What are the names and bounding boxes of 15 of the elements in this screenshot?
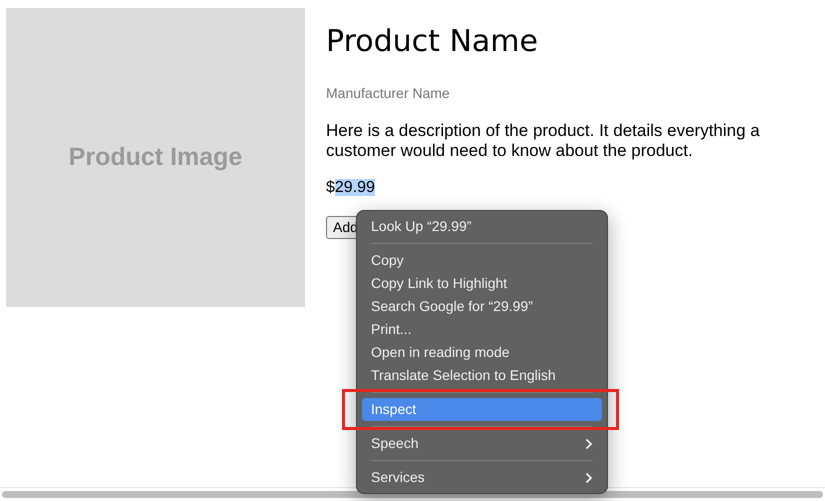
menu-item[interactable]: Print...	[362, 318, 602, 341]
menu-item[interactable]: Open in reading mode	[362, 341, 602, 364]
menu-item[interactable]: Search Google for “29.99”	[362, 295, 602, 318]
menu-item[interactable]: Look Up “29.99”	[362, 215, 602, 238]
menu-item[interactable]: Translate Selection to English	[362, 364, 602, 387]
menu-item[interactable]: Services	[362, 466, 602, 489]
image-placeholder-label: Product Image	[68, 142, 242, 173]
menu-item[interactable]: Copy Link to Highlight	[362, 272, 602, 295]
product-description: Here is a description of the product. It details everything a customer would need to know about the product.	[326, 121, 761, 162]
menu-item[interactable]: Copy	[362, 249, 602, 272]
product-price: $29.99	[326, 178, 376, 198]
menu-item[interactable]: Inspect	[362, 398, 602, 421]
menu-item[interactable]: Speech	[362, 432, 602, 455]
manufacturer-name: Manufacturer Name	[326, 84, 451, 103]
product-title: Product Name	[326, 24, 539, 60]
